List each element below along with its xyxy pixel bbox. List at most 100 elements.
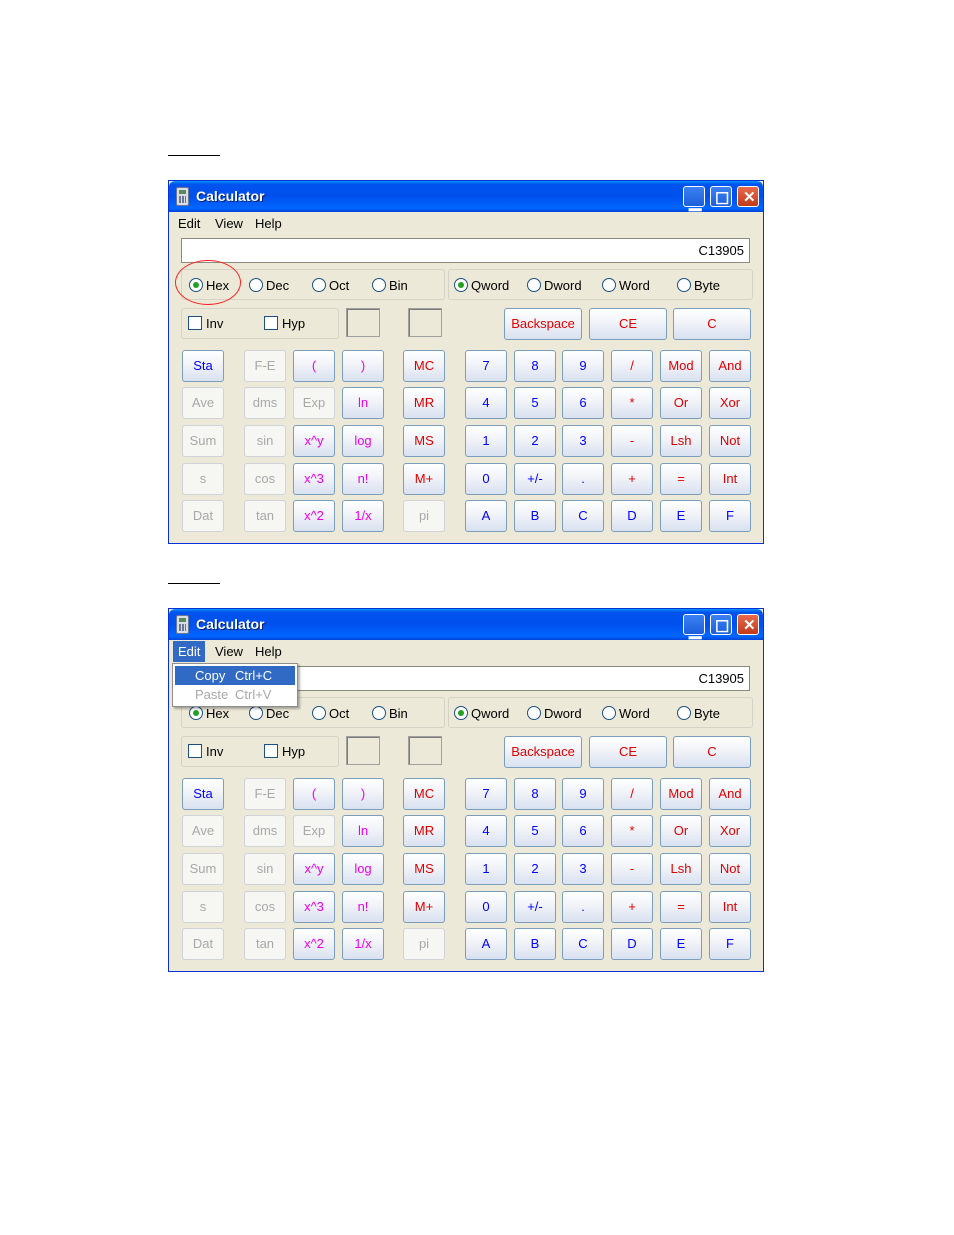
key-close-paren-button[interactable]: ) xyxy=(342,778,384,810)
key-4-button[interactable]: 4 xyxy=(465,815,507,847)
key-x-cubed-button[interactable]: x^3 xyxy=(293,891,335,923)
key-mr-button[interactable]: MR xyxy=(403,387,445,419)
key-b-button[interactable]: B xyxy=(514,500,556,532)
key-8-button[interactable]: 8 xyxy=(514,778,556,810)
ce-button[interactable]: CE xyxy=(589,736,667,768)
key-ln-button[interactable]: ln xyxy=(342,387,384,419)
key-open-paren-button[interactable]: ( xyxy=(293,350,335,382)
key-0-button[interactable]: 0 xyxy=(465,891,507,923)
key-reciprocal-button[interactable]: 1/x xyxy=(342,500,384,532)
menu-item-copy[interactable]: Copy Ctrl+C xyxy=(175,666,295,685)
c-button[interactable]: C xyxy=(673,308,751,340)
key-or-button[interactable]: Or xyxy=(660,387,702,419)
key-x-cubed-button[interactable]: x^3 xyxy=(293,463,335,495)
key-lsh-button[interactable]: Lsh xyxy=(660,853,702,885)
close-button[interactable]: ✕ xyxy=(737,614,759,635)
key-and-button[interactable]: And xyxy=(709,350,751,382)
key-b-button[interactable]: B xyxy=(514,928,556,960)
key-7-button[interactable]: 7 xyxy=(465,778,507,810)
checkbox-hyp[interactable]: Hyp xyxy=(264,744,305,759)
key-8-button[interactable]: 8 xyxy=(514,350,556,382)
backspace-button[interactable]: Backspace xyxy=(504,308,582,340)
key-e-button[interactable]: E xyxy=(660,500,702,532)
key-x-squared-button[interactable]: x^2 xyxy=(293,500,335,532)
key-add-button[interactable]: + xyxy=(611,463,653,495)
c-button[interactable]: C xyxy=(673,736,751,768)
key-sta-button[interactable]: Sta xyxy=(182,778,224,810)
radio-dword[interactable]: Dword xyxy=(527,278,582,293)
key-ms-button[interactable]: MS xyxy=(403,425,445,457)
key-3-button[interactable]: 3 xyxy=(562,853,604,885)
key-and-button[interactable]: And xyxy=(709,778,751,810)
key-multiply-button[interactable]: * xyxy=(611,815,653,847)
backspace-button[interactable]: Backspace xyxy=(504,736,582,768)
menu-edit[interactable]: Edit xyxy=(173,641,206,662)
key-1-button[interactable]: 1 xyxy=(465,853,507,885)
key-f-button[interactable]: F xyxy=(709,500,751,532)
radio-qword[interactable]: Qword xyxy=(454,278,509,293)
key-factorial-button[interactable]: n! xyxy=(342,463,384,495)
maximize-button[interactable]: ☐ xyxy=(710,186,732,208)
key-reciprocal-button[interactable]: 1/x xyxy=(342,928,384,960)
key-plus-minus-button[interactable]: +/- xyxy=(514,463,556,495)
key-not-button[interactable]: Not xyxy=(709,853,751,885)
key-lsh-button[interactable]: Lsh xyxy=(660,425,702,457)
key-or-button[interactable]: Or xyxy=(660,815,702,847)
menu-help[interactable]: Help xyxy=(255,644,282,659)
key-multiply-button[interactable]: * xyxy=(611,387,653,419)
key-4-button[interactable]: 4 xyxy=(465,387,507,419)
radio-bin[interactable]: Bin xyxy=(372,278,408,293)
key-not-button[interactable]: Not xyxy=(709,425,751,457)
key-d-button[interactable]: D xyxy=(611,928,653,960)
key-mr-button[interactable]: MR xyxy=(403,815,445,847)
radio-hex[interactable]: Hex xyxy=(189,706,229,721)
checkbox-inv[interactable]: Inv xyxy=(188,316,223,331)
radio-byte[interactable]: Byte xyxy=(677,278,720,293)
key-x-pow-y-button[interactable]: x^y xyxy=(293,853,335,885)
key-a-button[interactable]: A xyxy=(465,500,507,532)
key-equals-button[interactable]: = xyxy=(660,891,702,923)
radio-qword[interactable]: Qword xyxy=(454,706,509,721)
key-5-button[interactable]: 5 xyxy=(514,387,556,419)
title-bar[interactable]: Calculator ▁ ☐ ✕ xyxy=(169,181,763,212)
key-open-paren-button[interactable]: ( xyxy=(293,778,335,810)
key-plus-minus-button[interactable]: +/- xyxy=(514,891,556,923)
key-sta-button[interactable]: Sta xyxy=(182,350,224,382)
key-1-button[interactable]: 1 xyxy=(465,425,507,457)
key-m-plus-button[interactable]: M+ xyxy=(403,463,445,495)
key-decimal-point-button[interactable]: . xyxy=(562,463,604,495)
key-subtract-button[interactable]: - xyxy=(611,853,653,885)
radio-oct[interactable]: Oct xyxy=(312,706,349,721)
key-e-button[interactable]: E xyxy=(660,928,702,960)
minimize-button[interactable]: ▁ xyxy=(683,186,705,211)
key-6-button[interactable]: 6 xyxy=(562,815,604,847)
checkbox-inv[interactable]: Inv xyxy=(188,744,223,759)
radio-bin[interactable]: Bin xyxy=(372,706,408,721)
key-9-button[interactable]: 9 xyxy=(562,350,604,382)
key-mod-button[interactable]: Mod xyxy=(660,350,702,382)
key-xor-button[interactable]: Xor xyxy=(709,815,751,847)
key-3-button[interactable]: 3 xyxy=(562,425,604,457)
key-add-button[interactable]: + xyxy=(611,891,653,923)
key-close-paren-button[interactable]: ) xyxy=(342,350,384,382)
key-5-button[interactable]: 5 xyxy=(514,815,556,847)
key-divide-button[interactable]: / xyxy=(611,350,653,382)
key-2-button[interactable]: 2 xyxy=(514,425,556,457)
key-mc-button[interactable]: MC xyxy=(403,350,445,382)
key-decimal-point-button[interactable]: . xyxy=(562,891,604,923)
key-d-button[interactable]: D xyxy=(611,500,653,532)
menu-edit[interactable]: Edit xyxy=(178,216,200,231)
radio-byte[interactable]: Byte xyxy=(677,706,720,721)
radio-dec[interactable]: Dec xyxy=(249,278,289,293)
menu-view[interactable]: View xyxy=(215,644,243,659)
radio-word[interactable]: Word xyxy=(602,706,650,721)
key-c-button[interactable]: C xyxy=(562,928,604,960)
key-2-button[interactable]: 2 xyxy=(514,853,556,885)
key-7-button[interactable]: 7 xyxy=(465,350,507,382)
key-equals-button[interactable]: = xyxy=(660,463,702,495)
key-9-button[interactable]: 9 xyxy=(562,778,604,810)
key-x-squared-button[interactable]: x^2 xyxy=(293,928,335,960)
key-a-button[interactable]: A xyxy=(465,928,507,960)
key-xor-button[interactable]: Xor xyxy=(709,387,751,419)
key-x-pow-y-button[interactable]: x^y xyxy=(293,425,335,457)
